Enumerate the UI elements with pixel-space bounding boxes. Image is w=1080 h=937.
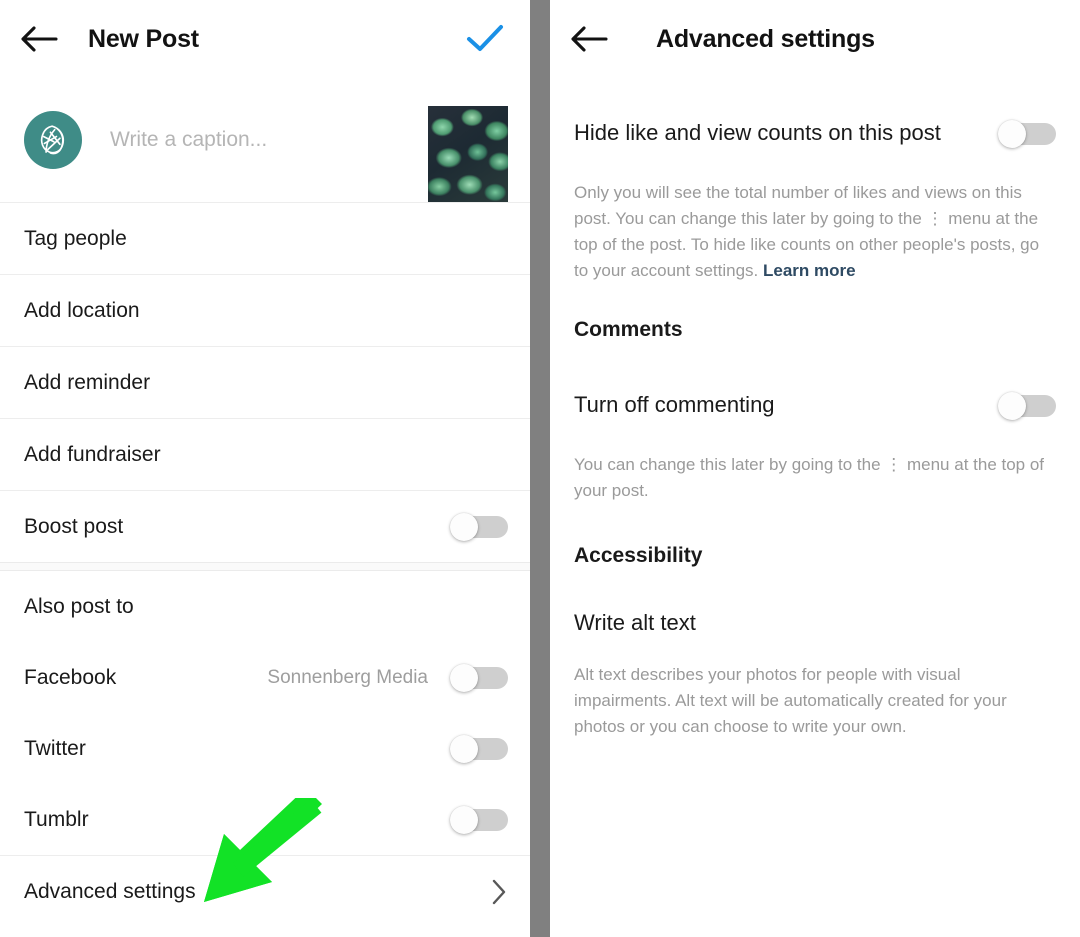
also-post-to-heading: Also post to: [24, 594, 134, 618]
toggle-knob: [450, 513, 478, 541]
leaf-logo-avatar[interactable]: [24, 111, 82, 169]
panel-separator: [530, 0, 550, 937]
row-boost-post[interactable]: Boost post: [0, 491, 530, 562]
comments-section-heading: Comments: [574, 318, 683, 341]
row-tumblr[interactable]: Tumblr: [0, 784, 530, 855]
row-twitter[interactable]: Twitter: [0, 713, 530, 784]
comments-help-text: You can change this later by going to th…: [574, 455, 1045, 500]
new-post-header: New Post: [0, 0, 530, 78]
hide-counts-label: Hide like and view counts on this post: [574, 120, 941, 145]
accessibility-section-heading: Accessibility: [574, 544, 703, 567]
advanced-settings-panel: Advanced settings Hide like and view cou…: [550, 0, 1080, 937]
turn-off-commenting-row[interactable]: Turn off commenting: [574, 376, 1056, 434]
row-label: Tumblr: [24, 807, 89, 831]
row-add-fundraiser[interactable]: Add fundraiser: [0, 419, 530, 490]
back-arrow-icon[interactable]: [562, 12, 616, 66]
also-post-to-heading-row: Also post to: [0, 571, 530, 642]
caption-composer-row[interactable]: Write a caption...: [0, 78, 530, 202]
row-tag-people[interactable]: Tag people: [0, 203, 530, 274]
back-arrow-icon[interactable]: [12, 12, 66, 66]
new-post-panel: New Post Write a caption... Tag people A…: [0, 0, 530, 937]
turn-off-commenting-toggle[interactable]: [998, 391, 1056, 420]
facebook-toggle[interactable]: [450, 664, 508, 692]
toggle-knob: [450, 735, 478, 763]
row-add-reminder[interactable]: Add reminder: [0, 347, 530, 418]
learn-more-link[interactable]: Learn more: [763, 261, 856, 280]
twitter-toggle[interactable]: [450, 735, 508, 763]
row-label: Twitter: [24, 736, 86, 760]
screenshot-root: New Post Write a caption... Tag people A…: [0, 0, 1080, 937]
page-title: New Post: [88, 24, 199, 53]
toggle-knob: [450, 664, 478, 692]
chevron-right-icon[interactable]: [490, 877, 508, 907]
row-label: Advanced settings: [24, 879, 196, 903]
section-divider: [0, 562, 530, 571]
row-label: Add location: [24, 298, 140, 322]
advanced-settings-header: Advanced settings: [550, 0, 1080, 78]
accessibility-help-text: Alt text describes your photos for peopl…: [574, 665, 1007, 736]
toggle-knob: [998, 119, 1026, 148]
checkmark-icon[interactable]: [462, 16, 508, 62]
toggle-knob: [450, 806, 478, 834]
row-add-location[interactable]: Add location: [0, 275, 530, 346]
hide-counts-row[interactable]: Hide like and view counts on this post: [574, 104, 1056, 162]
boost-post-toggle[interactable]: [450, 513, 508, 541]
row-label: Tag people: [24, 226, 127, 250]
row-label: Add fundraiser: [24, 442, 161, 466]
row-label: Boost post: [24, 514, 124, 538]
row-advanced-settings[interactable]: Advanced settings: [0, 856, 530, 927]
row-facebook[interactable]: Facebook Sonnenberg Media: [0, 642, 530, 713]
toggle-knob: [998, 391, 1026, 420]
facebook-account-name: Sonnenberg Media: [267, 666, 428, 688]
advanced-settings-content: Hide like and view counts on this post O…: [550, 104, 1080, 740]
post-thumbnail-image[interactable]: [428, 106, 508, 202]
row-label: Add reminder: [24, 370, 151, 394]
row-label: Facebook: [24, 665, 117, 689]
hide-counts-toggle[interactable]: [998, 119, 1056, 148]
write-alt-text-link[interactable]: Write alt text: [574, 610, 1056, 636]
tumblr-toggle[interactable]: [450, 806, 508, 834]
turn-off-commenting-label: Turn off commenting: [574, 392, 775, 417]
page-title: Advanced settings: [656, 24, 875, 53]
hide-counts-help-text: Only you will see the total number of li…: [574, 180, 1056, 284]
